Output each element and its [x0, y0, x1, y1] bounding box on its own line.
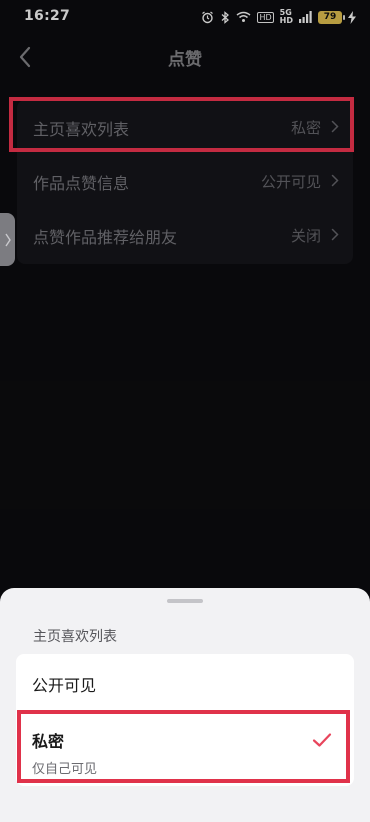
settings-row-recommend-to-friends[interactable]: 点赞作品推荐给朋友 关闭	[17, 208, 353, 262]
row-value: 私密	[290, 119, 321, 137]
option-private[interactable]: 私密 仅自己可见	[16, 712, 354, 786]
chevron-right-icon	[331, 228, 339, 241]
row-value: 关闭	[290, 227, 321, 245]
status-icons: HD 5G HD 79	[201, 8, 356, 26]
nav-bar: 点赞	[0, 34, 370, 80]
hd-badge: HD	[257, 11, 274, 23]
network-hd: HD	[279, 16, 293, 25]
row-label: 作品点赞信息	[33, 174, 130, 193]
row-label: 主页喜欢列表	[33, 120, 130, 139]
settings-row-work-like-info[interactable]: 作品点赞信息 公开可见	[17, 154, 353, 208]
row-value: 公开可见	[260, 173, 321, 191]
side-handle[interactable]	[0, 213, 15, 266]
side-handle-icon	[4, 233, 11, 246]
chevron-right-icon	[331, 120, 339, 133]
option-public[interactable]: 公开可见	[16, 654, 354, 712]
chevron-right-icon	[331, 174, 339, 187]
option-private-label: 私密	[32, 732, 65, 751]
privacy-bottom-sheet: 主页喜欢列表 公开可见 私密 仅自己可见	[0, 588, 370, 822]
wifi-icon	[236, 11, 251, 23]
likes-settings-screen: 16:27 HD 5G HD 79 点赞 主页喜欢列表 私密 作品点赞信息 公开…	[0, 0, 370, 822]
privacy-options: 公开可见 私密 仅自己可见	[16, 654, 354, 786]
option-private-description: 仅自己可见	[32, 762, 98, 777]
checkmark-icon	[312, 733, 332, 747]
alarm-icon	[201, 11, 214, 24]
network-indicator: 5G HD	[280, 9, 293, 25]
row-label: 点赞作品推荐给朋友	[33, 228, 178, 247]
sheet-grabber[interactable]	[167, 599, 203, 603]
status-bar: 16:27 HD 5G HD 79	[0, 0, 370, 34]
bluetooth-icon	[220, 10, 230, 24]
signal-icon	[299, 11, 312, 23]
sheet-title: 主页喜欢列表	[33, 629, 117, 645]
option-public-label: 公开可见	[32, 676, 97, 695]
charging-icon	[348, 10, 356, 24]
battery-icon: 79	[318, 10, 345, 24]
settings-row-homepage-likes[interactable]: 主页喜欢列表 私密	[17, 100, 353, 154]
likes-settings-list: 主页喜欢列表 私密 作品点赞信息 公开可见 点赞作品推荐给朋友 关闭	[17, 100, 353, 264]
page-title: 点赞	[168, 50, 202, 70]
status-time: 16:27	[24, 8, 71, 24]
